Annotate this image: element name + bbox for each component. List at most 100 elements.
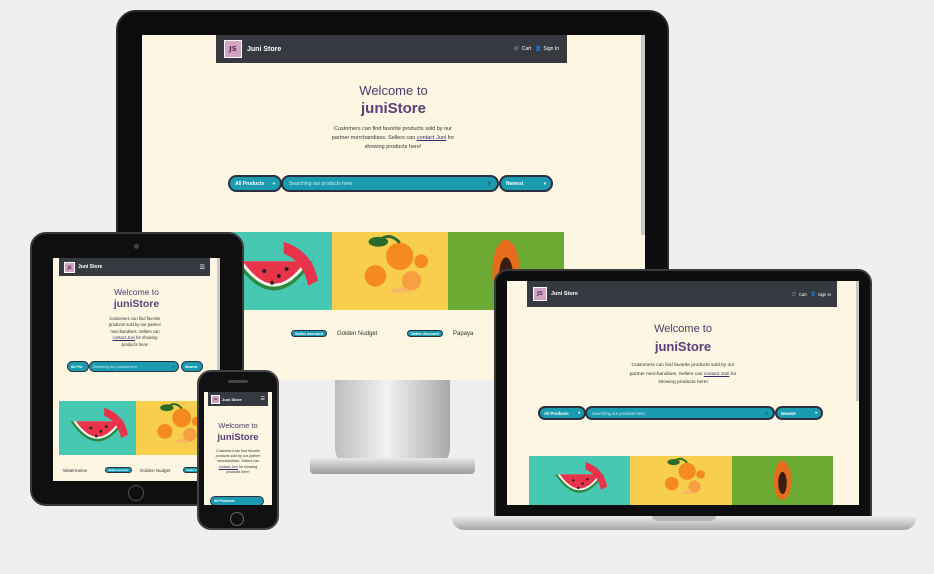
search-input[interactable]: Searching our products here ⚲	[281, 175, 499, 192]
brand-name[interactable]: Juni Store	[247, 46, 281, 53]
category-label: All Products	[544, 410, 569, 416]
chevron-down-icon: ▾	[272, 180, 275, 186]
search-icon[interactable]: ⚲	[487, 181, 491, 187]
phone-speaker	[228, 380, 248, 383]
search-bar: All Products ▾ Searching our products her…	[228, 175, 554, 192]
welcome-heading: Welcome to	[359, 83, 428, 98]
description: Customers can find favorite products sol…	[212, 449, 264, 475]
phone-home-button[interactable]	[230, 512, 244, 526]
laptop-screen: JS Juni Store 🛒 Cart 👤 Sign In Welcome to …	[507, 281, 859, 505]
welcome-heading: Welcome to	[218, 421, 258, 430]
search-icon[interactable]: ⚲	[765, 411, 768, 416]
sort-select[interactable]: Newest	[181, 361, 203, 372]
scrollbar[interactable]	[217, 258, 220, 388]
hamburger-icon[interactable]: ☰	[261, 396, 265, 402]
phone-screen: JS Juni Store ☰ Welcome to juniStore Cus…	[204, 392, 272, 505]
seller-account-button[interactable]: Seller Account	[291, 330, 327, 337]
sort-label: Newest	[185, 364, 198, 369]
orange-image	[630, 456, 732, 505]
category-label: All Products	[235, 180, 265, 187]
cart-icon: 🛒	[513, 46, 520, 52]
scrollbar[interactable]	[641, 35, 645, 235]
product-name: Watermelon	[63, 467, 88, 473]
navbar: JS Juni Store 🛒 Cart 👤 Sign In	[216, 35, 567, 63]
scrollbar[interactable]	[856, 281, 859, 401]
category-select[interactable]: All Products ▾	[538, 406, 586, 420]
sort-label: Newest	[506, 180, 524, 187]
product-image-watermelon[interactable]	[529, 456, 630, 505]
papaya-image	[732, 456, 833, 505]
store-title: juniStore	[360, 100, 426, 117]
search-input[interactable]: Searching our products here ⚲	[89, 361, 179, 372]
navbar: JS Juni Store ☰	[59, 258, 210, 276]
watermelon-image	[529, 456, 630, 505]
tablet-screen: JS Juni Store ☰ Welcome to juniStore Cus…	[53, 258, 220, 481]
navbar: JS Juni Store 🛒 Cart 👤 Sign In	[527, 281, 837, 307]
hamburger-icon[interactable]: ☰	[200, 264, 205, 271]
category-select[interactable]: All Products	[210, 496, 264, 505]
chevron-down-icon: ▾	[578, 411, 580, 415]
brand-name[interactable]: Juni Store	[551, 291, 578, 297]
product-grid	[59, 401, 214, 455]
caption-golden-nudget: Golden Nudget Seller Account	[332, 330, 448, 337]
sign-in-label: Sign In	[817, 291, 831, 297]
monitor-stand	[335, 378, 450, 468]
chevron-down-icon: ▾	[815, 411, 817, 415]
sort-select[interactable]: Newest ▾	[775, 406, 823, 420]
cart-icon: 🛒	[791, 291, 797, 296]
user-icon: 👤	[535, 46, 542, 52]
search-icon[interactable]: ⚲	[172, 365, 175, 369]
logo[interactable]: JS	[224, 40, 242, 58]
sign-in-label: Sign In	[543, 46, 559, 52]
user-icon: 👤	[810, 291, 816, 296]
description: Customers can find favorite products sol…	[330, 125, 456, 152]
product-image-golden-nudget[interactable]	[630, 456, 732, 505]
category-select[interactable]: All Pro	[67, 361, 89, 372]
brand-name[interactable]: Juni Store	[222, 397, 242, 402]
tablet-camera	[134, 244, 139, 249]
tablet-home-button[interactable]	[128, 485, 144, 501]
search-placeholder: Searching our products here	[592, 410, 645, 416]
cart-link[interactable]: 🛒 Cart	[514, 46, 532, 52]
watermelon-image	[59, 401, 136, 455]
contact-link[interactable]: contact Juni	[219, 465, 238, 469]
sign-in-link[interactable]: 👤 Sign In	[535, 46, 559, 52]
seller-account-button[interactable]: Seller Account	[407, 330, 443, 337]
contact-link[interactable]: contact Juni	[704, 372, 730, 377]
logo[interactable]: JS	[211, 394, 220, 404]
chevron-down-icon: ▾	[543, 180, 546, 186]
seller-account-button[interactable]: Seller Account	[104, 467, 132, 473]
store-title: juniStore	[113, 298, 160, 310]
monitor-base	[310, 458, 475, 474]
description: Customers can find favorite products sol…	[105, 316, 165, 348]
description-text: Customers can find favorite products sol…	[108, 316, 162, 334]
logo[interactable]: JS	[533, 287, 547, 301]
search-input[interactable]: Searching our products here ⚲	[585, 406, 775, 420]
description-text: Customers can find favorite products sol…	[215, 449, 261, 464]
nav-links: 🛒 Cart 👤 Sign In	[792, 291, 831, 297]
category-label: All Pro	[71, 364, 83, 369]
cart-link[interactable]: 🛒 Cart	[792, 291, 807, 297]
cart-label: Cart	[521, 46, 532, 52]
product-image-golden-nudget[interactable]	[332, 232, 448, 310]
product-name: Golden Nudget	[337, 330, 378, 337]
caption-watermelon: Watermelon Seller Account	[59, 467, 136, 473]
product-image-papaya[interactable]	[732, 456, 833, 505]
laptop-notch	[652, 516, 716, 521]
search-bar: All Products ▾ Searching our products her…	[538, 406, 824, 420]
search-placeholder: Searching our products here	[93, 364, 138, 369]
orange-image	[332, 232, 448, 310]
search-placeholder: Searching our products here	[289, 180, 353, 187]
product-image-watermelon[interactable]	[59, 401, 136, 455]
contact-link[interactable]: contact Juni	[113, 335, 135, 340]
welcome-heading: Welcome to	[114, 287, 159, 297]
logo[interactable]: JS	[64, 261, 75, 273]
sign-in-link[interactable]: 👤 Sign In	[811, 291, 831, 297]
sort-select[interactable]: Newest ▾	[499, 175, 553, 192]
brand-name[interactable]: Juni Store	[78, 264, 102, 270]
store-title: juniStore	[654, 339, 712, 354]
product-grid	[529, 456, 833, 505]
category-select[interactable]: All Products ▾	[228, 175, 282, 192]
contact-link[interactable]: contact Juni	[417, 135, 446, 141]
nav-links: 🛒 Cart 👤 Sign In	[514, 46, 560, 52]
